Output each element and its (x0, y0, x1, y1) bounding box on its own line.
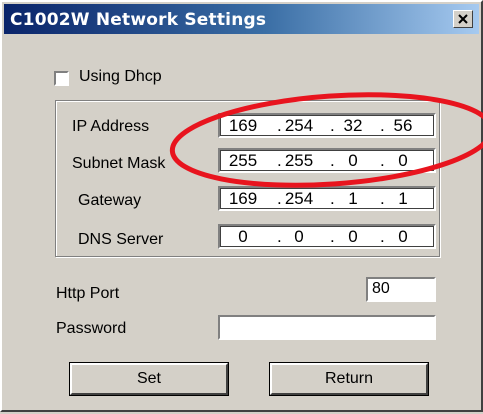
subnet-mask-octet-4: 0 (398, 151, 408, 170)
using-dhcp-label: Using Dhcp (79, 68, 162, 85)
subnet-mask-octet-1: 255 (228, 151, 258, 170)
dns-server-octet-2: 0 (294, 227, 304, 246)
password-input[interactable] (218, 315, 436, 340)
gateway-label: Gateway (78, 192, 142, 209)
ip-address-label: IP Address (72, 118, 150, 135)
gateway-octet-1: 169 (228, 189, 258, 208)
ip-address-octet-4: 56 (393, 116, 413, 135)
gateway-octet-4: 1 (398, 189, 408, 208)
set-button[interactable]: Set (69, 362, 229, 396)
window-title: C1002W Network Settings (10, 10, 267, 30)
title-bar[interactable]: C1002W Network Settings (4, 4, 479, 34)
dns-server-label: DNS Server (78, 231, 164, 248)
http-port-input[interactable]: 80 (366, 277, 436, 302)
subnet-mask-octet-3: 0 (348, 151, 358, 170)
password-label: Password (56, 320, 127, 337)
close-button[interactable] (453, 10, 473, 28)
dns-server-field[interactable]: 0 . 0 . 0 . 0 (218, 224, 436, 249)
set-button-label: Set (136, 370, 161, 387)
using-dhcp-checkbox[interactable] (54, 71, 69, 86)
ip-address-octet-3: 32 (343, 116, 363, 135)
ip-address-octet-1: 169 (228, 116, 258, 135)
ip-address-field[interactable]: 169 . 254 . 32 . 56 (218, 113, 436, 138)
gateway-octet-3: 1 (348, 189, 358, 208)
subnet-mask-field[interactable]: 255 . 255 . 0 . 0 (218, 148, 436, 173)
network-settings-dialog: C1002W Network Settings Using Dhcp IP Ad… (0, 0, 483, 412)
subnet-mask-label: Subnet Mask (72, 155, 166, 172)
ip-address-octet-2: 254 (284, 116, 314, 135)
close-icon (458, 14, 468, 24)
dns-server-octet-4: 0 (398, 227, 408, 246)
dns-server-octet-1: 0 (238, 227, 248, 246)
return-button[interactable]: Return (269, 362, 429, 396)
subnet-mask-octet-2: 255 (284, 151, 314, 170)
return-button-label: Return (324, 370, 374, 387)
gateway-octet-2: 254 (284, 189, 314, 208)
dns-server-octet-3: 0 (348, 227, 358, 246)
http-port-label: Http Port (56, 285, 120, 302)
gateway-field[interactable]: 169 . 254 . 1 . 1 (218, 186, 436, 211)
